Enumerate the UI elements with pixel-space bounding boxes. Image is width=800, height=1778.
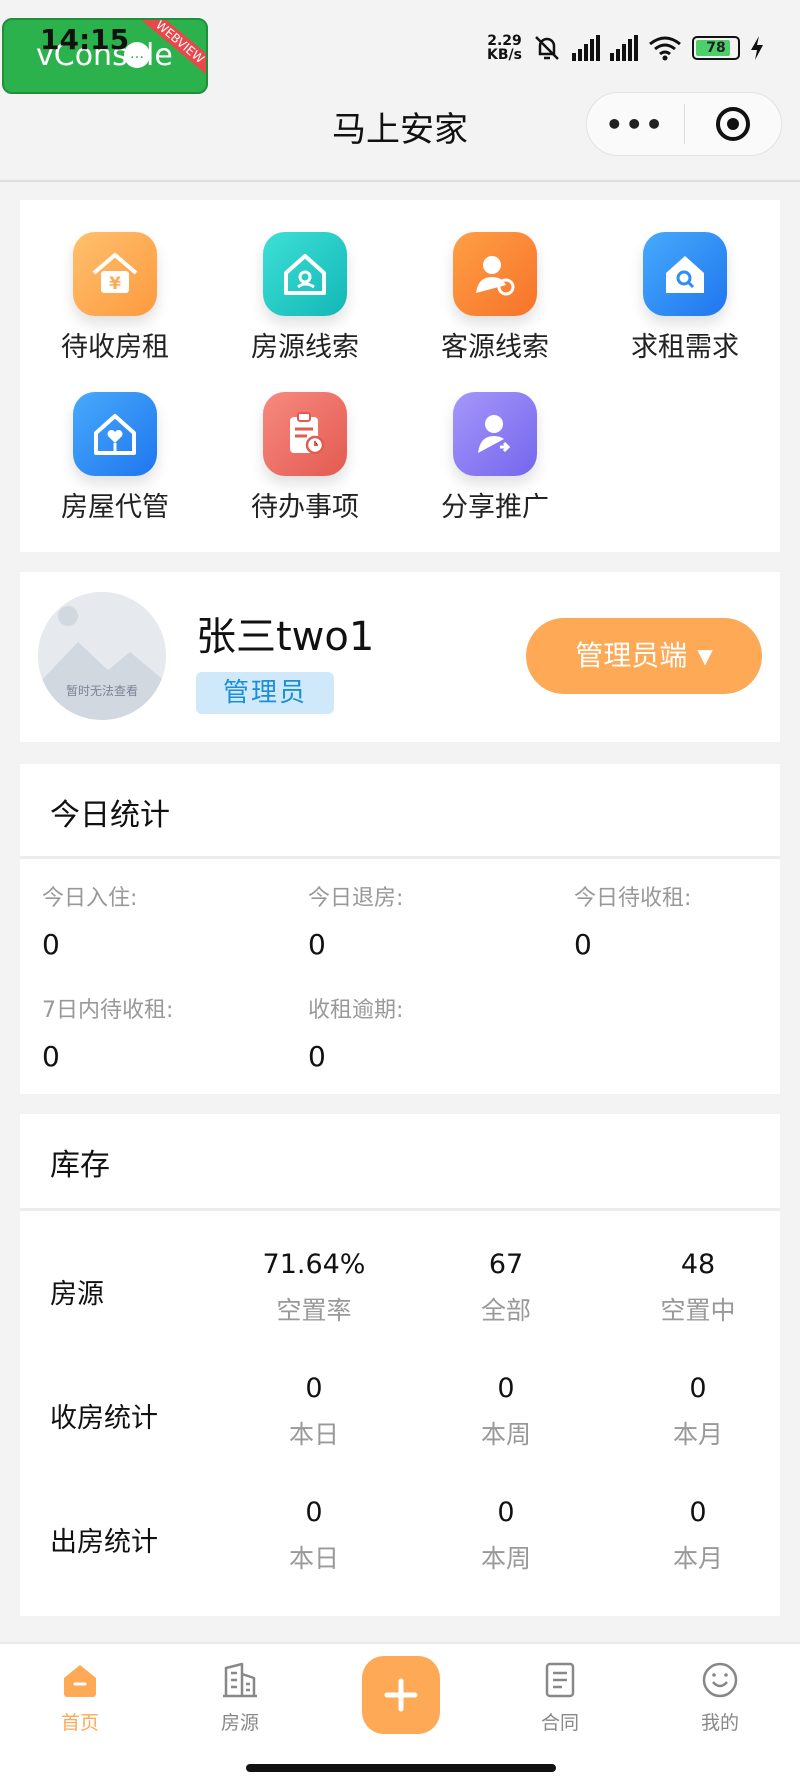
inventory-title: 库存 [50,1148,110,1183]
quick-action-rent-request[interactable]: 求租需求 [590,232,780,366]
stat-rent-due-today: 今日待收租: 0 [574,886,692,961]
section-divider [20,1208,780,1211]
status-time: 14:15 [40,23,130,56]
more-menu-button[interactable]: ••• [587,108,684,141]
inventory-row-label: 出房统计 [50,1527,158,1558]
quick-action-label: 待收房租 [61,332,169,363]
quick-action-house-lead[interactable]: 房源线索 [210,232,400,366]
quick-action-label: 客源线索 [441,332,549,363]
wifi-icon [649,36,681,61]
inventory-cell[interactable]: 0 本月 [628,1496,768,1576]
todo-icon [263,392,347,476]
rent-due-icon: ¥ [73,232,157,316]
vconsole-button[interactable]: 14:15 vConsole … WEBVIEW [2,18,208,94]
stat-checkout-today: 今日退房: 0 [308,886,404,961]
network-speed: 2.29 KB/s [487,33,522,63]
image-placeholder-icon [38,592,166,720]
home-indicator [246,1764,556,1772]
quick-action-todo[interactable]: 待办事项 [210,392,400,526]
profile-smile-icon [660,1658,780,1702]
tab-home[interactable]: 首页 [20,1658,140,1735]
rent-request-icon [643,232,727,316]
tab-profile[interactable]: 我的 [660,1658,780,1735]
admin-switch-label: 管理员端 [575,639,688,672]
stat-checkin-today: 今日入住: 0 [42,886,138,961]
signal-icon-2 [610,35,638,61]
plus-icon [384,1678,418,1712]
avatar[interactable]: 暂时无法查看 [38,592,166,720]
inventory-card: 库存 房源 71.64% 空置率 67 全部 48 空置中 收房统计 0 本日 … [20,1114,780,1616]
stat-rent-due-7days: 7日内待收租: 0 [42,998,174,1073]
bell-muted-icon [535,36,559,60]
inventory-row-label: 房源 [50,1279,104,1310]
status-bar: 14:15 vConsole … WEBVIEW 2.29 KB/s 78 [0,0,800,94]
bottom-tab-bar: 首页 房源 合同 我的 [0,1642,800,1778]
status-icons: 2.29 KB/s 78 [487,28,764,68]
building-icon [180,1658,300,1702]
add-button[interactable] [362,1656,440,1734]
profile-card: 暂时无法查看 张三two1 管理员 管理员端 ▼ [20,572,780,742]
quick-action-label: 求租需求 [631,332,739,363]
share-icon [453,392,537,476]
caret-down-icon: ▼ [697,644,713,668]
avatar-placeholder-text: 暂时无法查看 [65,684,138,698]
tab-contracts[interactable]: 合同 [500,1658,620,1735]
inventory-row-label: 收房统计 [50,1403,158,1434]
stat-rent-overdue: 收租逾期: 0 [308,998,404,1073]
role-badge: 管理员 [196,672,334,714]
quick-action-client-lead[interactable]: 客源线索 [400,232,590,366]
client-lead-icon [453,232,537,316]
home-icon [20,1658,140,1702]
close-target-button[interactable] [684,105,781,143]
property-management-icon [73,392,157,476]
inventory-cell[interactable]: 67 全部 [436,1248,576,1328]
inventory-cell[interactable]: 0 本日 [244,1372,384,1452]
quick-action-rent-due[interactable]: ¥ 待收房租 [20,232,210,366]
quick-action-property-management[interactable]: 房屋代管 [20,392,210,526]
today-stats-card: 今日统计 今日入住: 0 今日退房: 0 今日待收租: 0 7日内待收租: 0 … [20,764,780,1094]
inventory-cell[interactable]: 0 本周 [436,1496,576,1576]
inventory-cell[interactable]: 0 本月 [628,1372,768,1452]
inventory-cell[interactable]: 0 本日 [244,1496,384,1576]
mini-program-capsule: ••• [586,92,782,156]
inventory-cell[interactable]: 71.64% 空置率 [244,1248,384,1328]
tab-listings[interactable]: 房源 [180,1658,300,1735]
signal-icon-1 [572,35,600,61]
chat-bubble-icon: … [124,42,150,68]
today-stats-title: 今日统计 [50,798,170,833]
contract-icon [500,1658,620,1702]
nav-divider [0,180,800,182]
section-divider [20,856,780,859]
target-icon [715,107,750,141]
quick-action-label: 房源线索 [251,332,359,363]
quick-action-share[interactable]: 分享推广 [400,392,590,526]
admin-switch-button[interactable]: 管理员端 ▼ [526,618,762,694]
house-lead-icon [263,232,347,316]
charging-bolt-icon [751,36,763,60]
inventory-cell[interactable]: 48 空置中 [628,1248,768,1328]
user-name: 张三two1 [196,614,375,660]
quick-actions-card: ¥ 待收房租 房源线索 客源线索 求租需求 房屋代管 待办事项 分享推广 [20,200,780,552]
quick-action-label: 房屋代管 [61,492,169,523]
battery-icon: 78 [692,36,740,60]
inventory-cell[interactable]: 0 本周 [436,1372,576,1452]
quick-action-label: 待办事项 [251,492,359,523]
quick-action-label: 分享推广 [441,492,549,523]
svg-text:¥: ¥ [109,274,121,294]
